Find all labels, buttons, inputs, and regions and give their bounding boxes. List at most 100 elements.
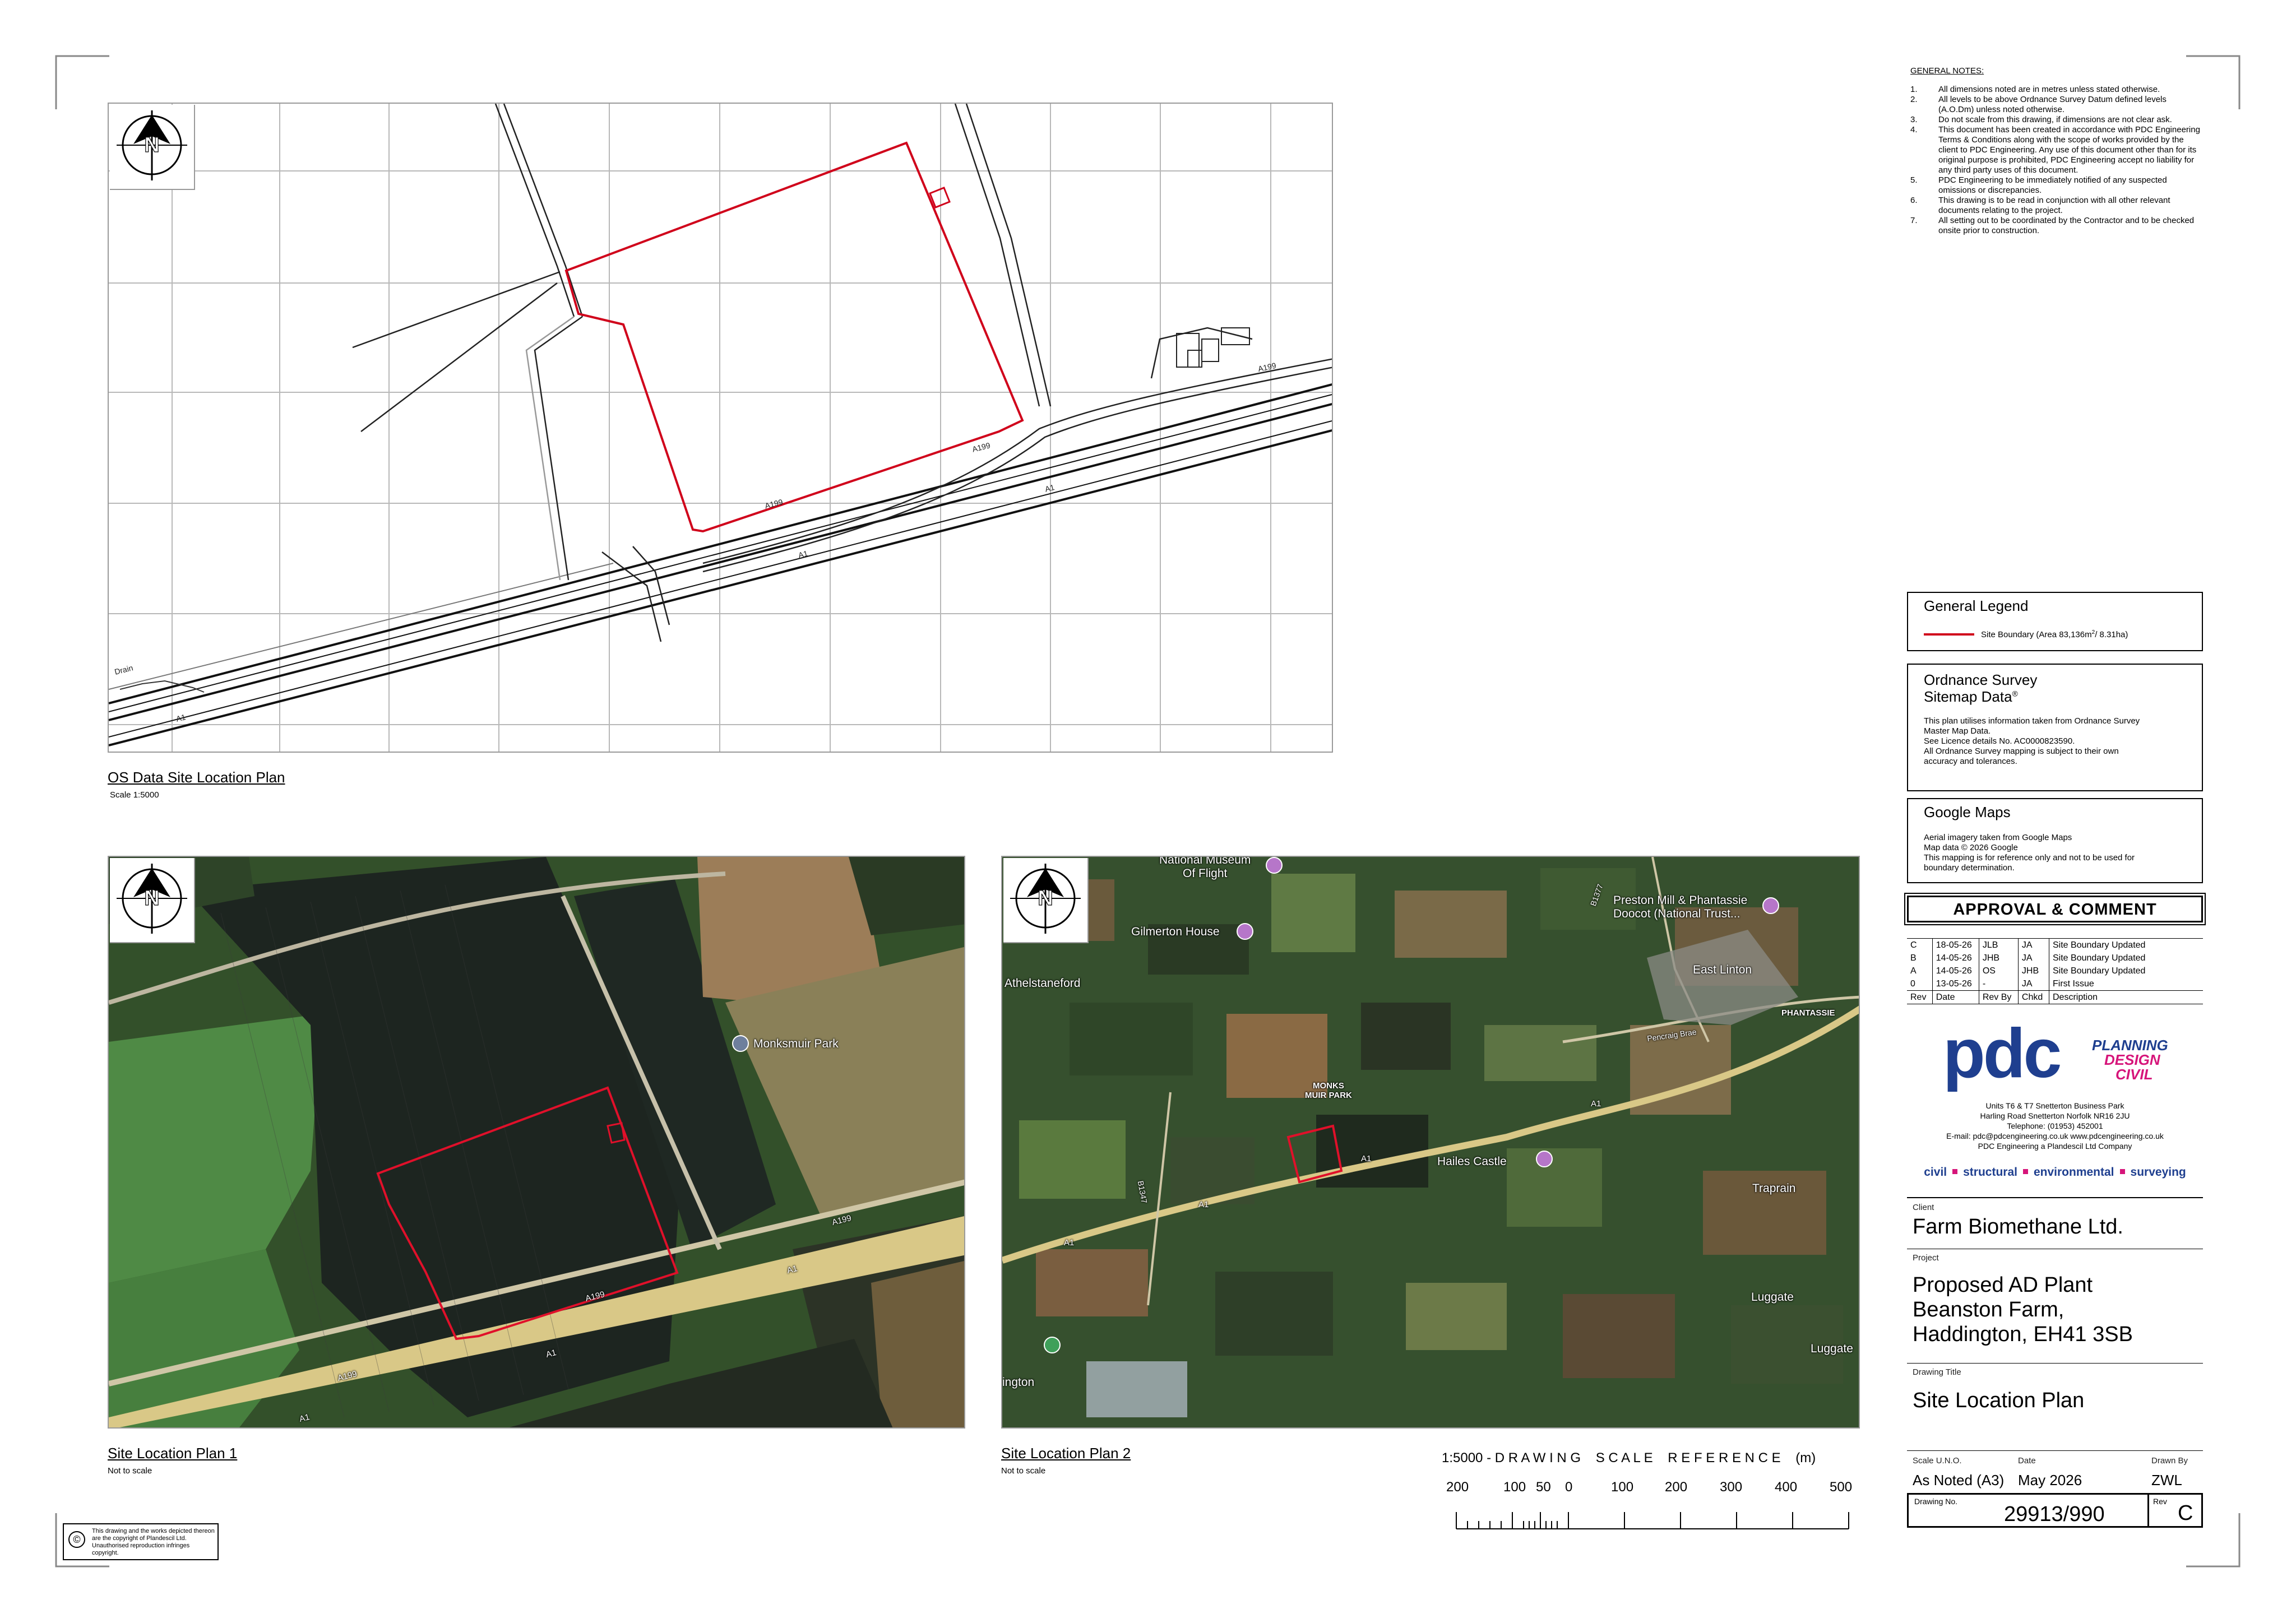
north-arrow-os: N bbox=[110, 105, 195, 190]
revision-cell-rev: A bbox=[1910, 966, 1917, 976]
os-data-map[interactable]: A199 A199 A199 A1 A1 A1 Drain N bbox=[108, 103, 1333, 753]
compass-icon: N bbox=[1010, 864, 1081, 934]
scale-bar-title: 1:5000 - D R A W I N G S C A L E R E F E… bbox=[1442, 1450, 1816, 1466]
os-box-line: See Licence details No. AC0000823590. bbox=[1924, 736, 2075, 746]
revision-row: B 14-05-26 JHB JA Site Boundary Updated bbox=[1907, 952, 2203, 964]
os-a1-road bbox=[109, 383, 1332, 746]
plan2-hailes-pin[interactable] bbox=[1536, 1151, 1553, 1167]
service-label: civil bbox=[1924, 1166, 1947, 1179]
rev-value: C bbox=[2178, 1501, 2193, 1525]
company-address-line: Telephone: (01953) 452001 bbox=[2007, 1121, 2103, 1130]
revision-cell-chkd: JA bbox=[2017, 952, 2049, 964]
general-note-item: 6. This drawing is to be read in conjunct… bbox=[1910, 196, 2202, 216]
revision-cell-chkd: Chkd bbox=[2017, 990, 2049, 1004]
plan2-traprain-label: Traprain bbox=[1752, 1182, 1796, 1195]
project-line-3: Haddington, EH41 3SB bbox=[1913, 1323, 2133, 1346]
drawing-no-value: 29913/990 bbox=[2004, 1503, 2105, 1526]
plan2-monks-label: MONKS MUIR PARK bbox=[1305, 1081, 1352, 1100]
copyright-box: © This drawing and the works depicted th… bbox=[63, 1523, 219, 1560]
svg-text:N: N bbox=[144, 133, 159, 157]
plan2-gilmerton-pin[interactable] bbox=[1237, 923, 1253, 940]
site-location-plan-2[interactable]: National Museum Of Flight Gilmerton Hous… bbox=[1001, 856, 1860, 1429]
plan2-title: Site Location Plan 2 bbox=[1001, 1445, 1131, 1462]
service-label: environmental bbox=[2033, 1166, 2114, 1179]
plan2-preston-label: Preston Mill & Phantassie Doocot (Nation… bbox=[1613, 894, 1748, 920]
drawing-title-label: Drawing Title bbox=[1913, 1367, 1961, 1377]
google-box-line: Aerial imagery taken from Google Maps bbox=[1924, 833, 2072, 842]
copyright-icon: © bbox=[68, 1531, 85, 1548]
google-box-line: This mapping is for reference only and n… bbox=[1924, 853, 2135, 862]
company-block: pdc PLANNING DESIGN CIVIL Units T6 & T7 … bbox=[1907, 1019, 2203, 1187]
revision-cell-date: 14-05-26 bbox=[1932, 964, 1979, 977]
revision-cell-date: 13-05-26 bbox=[1932, 977, 1979, 991]
plan2-luggate-label: Luggate bbox=[1751, 1291, 1794, 1304]
os-box-line: This plan utilises information taken fro… bbox=[1924, 716, 2140, 726]
scale-bar-ruler bbox=[1456, 1512, 1849, 1529]
legend-line-swatch bbox=[1924, 633, 1974, 636]
scale-tick-label: 500 bbox=[1830, 1480, 1853, 1495]
scale-tick-label: 200 bbox=[1665, 1480, 1688, 1495]
os-box-title-1: Ordnance Survey bbox=[1924, 671, 2038, 688]
plan1-aerial bbox=[109, 857, 964, 1427]
svg-text:N: N bbox=[144, 887, 159, 910]
revision-cell-date: 18-05-26 bbox=[1932, 938, 1979, 952]
plan2-park-pin[interactable] bbox=[1044, 1337, 1061, 1353]
os-box-title-2-text: Sitemap Data bbox=[1924, 688, 2012, 705]
service-label: surveying bbox=[2130, 1166, 2186, 1179]
general-note-item: 3. Do not scale from this drawing, if dim… bbox=[1910, 115, 2202, 125]
general-note-number: 2. bbox=[1910, 95, 1918, 104]
services-separator-icon bbox=[2119, 1169, 2125, 1175]
plan2-preston-pin[interactable] bbox=[1762, 897, 1779, 914]
site-location-plan-1[interactable]: Monksmuir Park A199 A199 A199 A1 A1 A1 N bbox=[108, 856, 965, 1429]
revision-cell-desc: Site Boundary Updated bbox=[2049, 952, 2203, 964]
revision-header-row: Rev Date Rev By Chkd Description bbox=[1907, 990, 2203, 1004]
revision-cell-by: JLB bbox=[1978, 938, 2019, 952]
scale-tick-label: 50 bbox=[1536, 1480, 1551, 1495]
general-note-text: This document has been created in accord… bbox=[1938, 125, 2200, 175]
google-box-line: Map data © 2026 Google bbox=[1924, 843, 2018, 852]
google-maps-box: Google Maps Aerial imagery taken from Go… bbox=[1907, 798, 2203, 883]
revision-row: 0 13-05-26- JA First Issue bbox=[1907, 977, 2203, 991]
general-note-item: 5. PDC Engineering to be immediately noti… bbox=[1910, 175, 2202, 196]
company-tag-civil: CIVIL bbox=[2116, 1066, 2153, 1083]
legend-item-text: Site Boundary (Area 83,136m bbox=[1981, 630, 2092, 639]
general-note-text: PDC Engineering to be immediately notifi… bbox=[1938, 175, 2167, 195]
revision-cell-chkd: JA bbox=[2017, 938, 2049, 952]
rev-label: Rev bbox=[2153, 1497, 2167, 1506]
plan1-poi-pin[interactable] bbox=[732, 1035, 749, 1052]
company-services: civil structural environmental surveying bbox=[1907, 1166, 2203, 1179]
scale-tick-label: 100 bbox=[1611, 1480, 1634, 1495]
scale-bar: 200 100 50 0 100 200 300 400 500 bbox=[1446, 1480, 1872, 1536]
general-note-number: 7. bbox=[1910, 216, 1918, 225]
scale-tick-label: 0 bbox=[1565, 1480, 1573, 1495]
company-address-line: Harling Road Snetterton Norfolk NR16 2JU bbox=[1980, 1111, 2130, 1120]
google-box-line: boundary determination. bbox=[1924, 863, 2015, 873]
project-line-1: Proposed AD Plant bbox=[1913, 1273, 2093, 1297]
general-note-text: This drawing is to be read in conjunctio… bbox=[1938, 196, 2170, 215]
rev-box-divider bbox=[2147, 1495, 2149, 1526]
general-note-text: All dimensions noted are in metres unles… bbox=[1938, 85, 2160, 94]
plan2-luggate2-label: Luggate bbox=[1811, 1342, 1853, 1355]
copyright-text: This drawing and the works depicted ther… bbox=[92, 1528, 215, 1556]
drawing-no-label: Drawing No. bbox=[1914, 1497, 1958, 1506]
os-plan-title: OS Data Site Location Plan bbox=[108, 769, 285, 786]
os-box-line: All Ordnance Survey mapping is subject t… bbox=[1924, 746, 2119, 756]
os-a199-road bbox=[352, 104, 1332, 642]
general-note-text: Do not scale from this drawing, if dimen… bbox=[1938, 115, 2172, 124]
general-notes-list: 1. All dimensions noted are in metres unl… bbox=[1910, 85, 2202, 236]
revision-row: C 18-05-26 JLB JA Site Boundary Updated bbox=[1907, 938, 2203, 952]
general-note-number: 6. bbox=[1910, 196, 1918, 205]
drawing-title-value: Site Location Plan bbox=[1913, 1389, 2085, 1412]
os-box-title-mark: ® bbox=[2012, 689, 2018, 698]
company-address-line: E-mail: pdc@pdcengineering.co.uk www.pdc… bbox=[1946, 1132, 2164, 1140]
plan2-museum-pin[interactable] bbox=[1266, 857, 1283, 874]
os-map-drawing bbox=[109, 104, 1332, 752]
plan2-athel-label: Athelstaneford bbox=[1004, 977, 1081, 990]
plan2-sub: Not to scale bbox=[1001, 1466, 1046, 1476]
os-plan-scale: Scale 1:5000 bbox=[110, 790, 159, 800]
compass-icon: N bbox=[117, 864, 187, 934]
scale-tick-label: 400 bbox=[1775, 1480, 1798, 1495]
os-site-boundary bbox=[564, 141, 1024, 533]
revision-cell-by: - bbox=[1978, 977, 2019, 991]
plan2-hailes-label: Hailes Castle bbox=[1437, 1155, 1507, 1168]
